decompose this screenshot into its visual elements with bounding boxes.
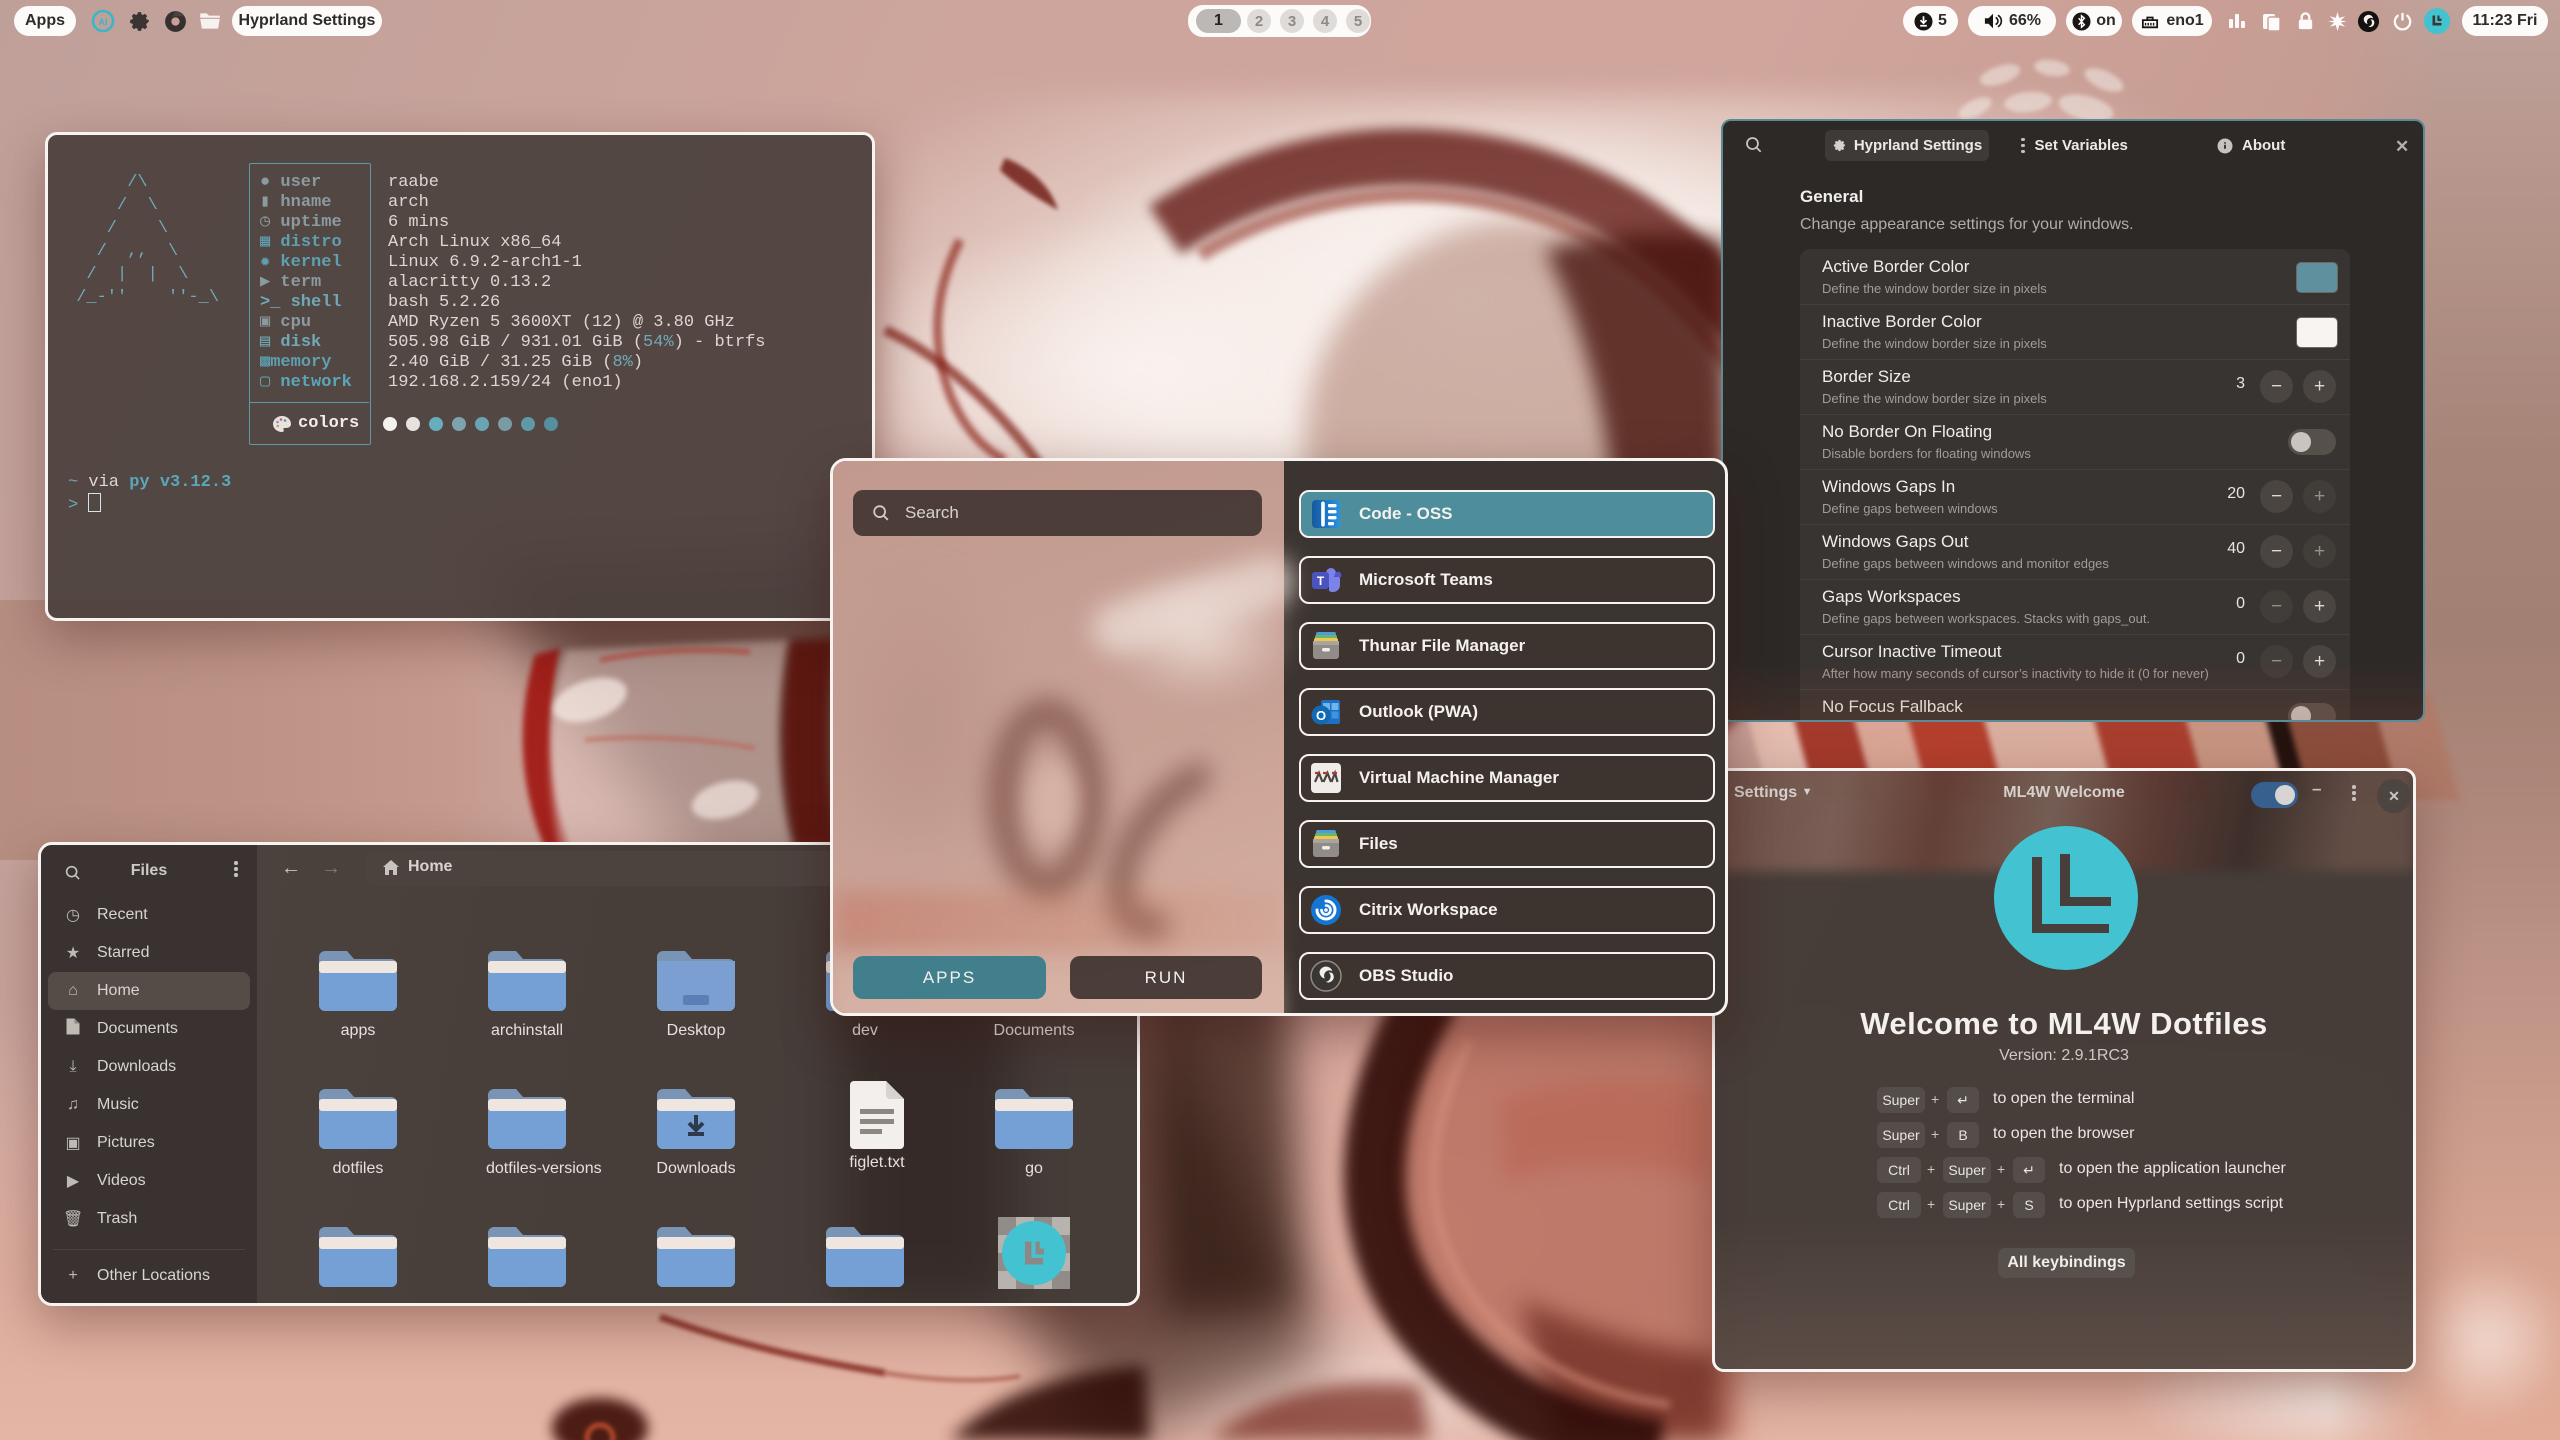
svg-text:AI: AI <box>99 17 108 27</box>
svg-text:T: T <box>1317 574 1325 588</box>
svg-text:O: O <box>1316 708 1326 723</box>
